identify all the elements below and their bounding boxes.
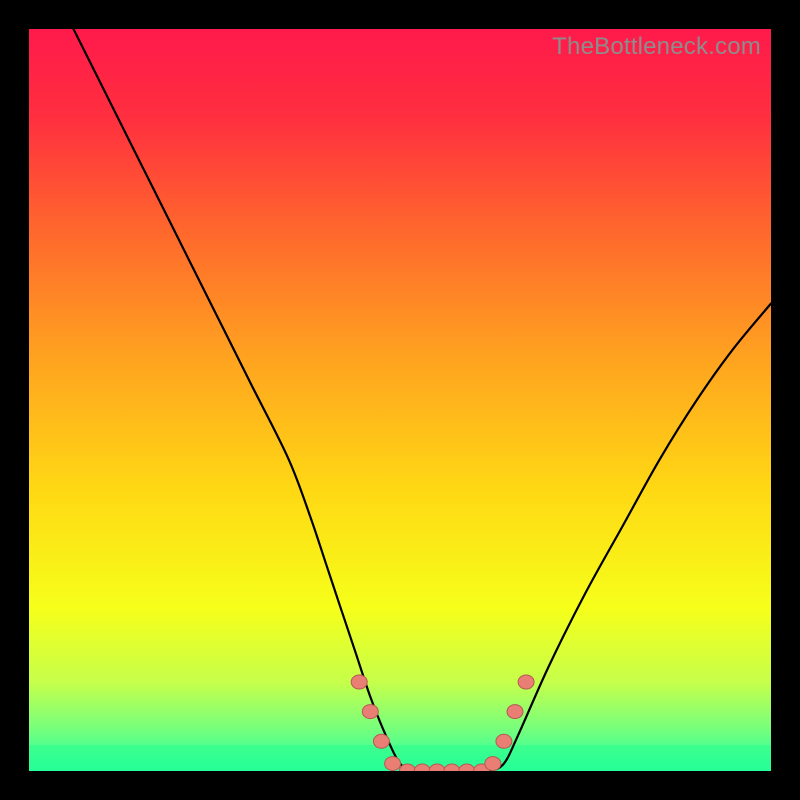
highlight-marker (429, 764, 445, 771)
highlight-marker (507, 705, 523, 719)
bottleneck-curve (74, 29, 772, 771)
highlight-marker (373, 734, 389, 748)
marker-group (351, 675, 534, 771)
highlight-marker (518, 675, 534, 689)
plot-area: TheBottleneck.com (29, 29, 771, 771)
highlight-marker (444, 764, 460, 771)
outer-frame: TheBottleneck.com (0, 0, 800, 800)
highlight-marker (459, 764, 475, 771)
curve-layer (29, 29, 771, 771)
highlight-marker (414, 764, 430, 771)
highlight-marker (485, 757, 501, 771)
highlight-marker (496, 734, 512, 748)
highlight-marker (362, 705, 378, 719)
highlight-marker (385, 757, 401, 771)
highlight-marker (351, 675, 367, 689)
